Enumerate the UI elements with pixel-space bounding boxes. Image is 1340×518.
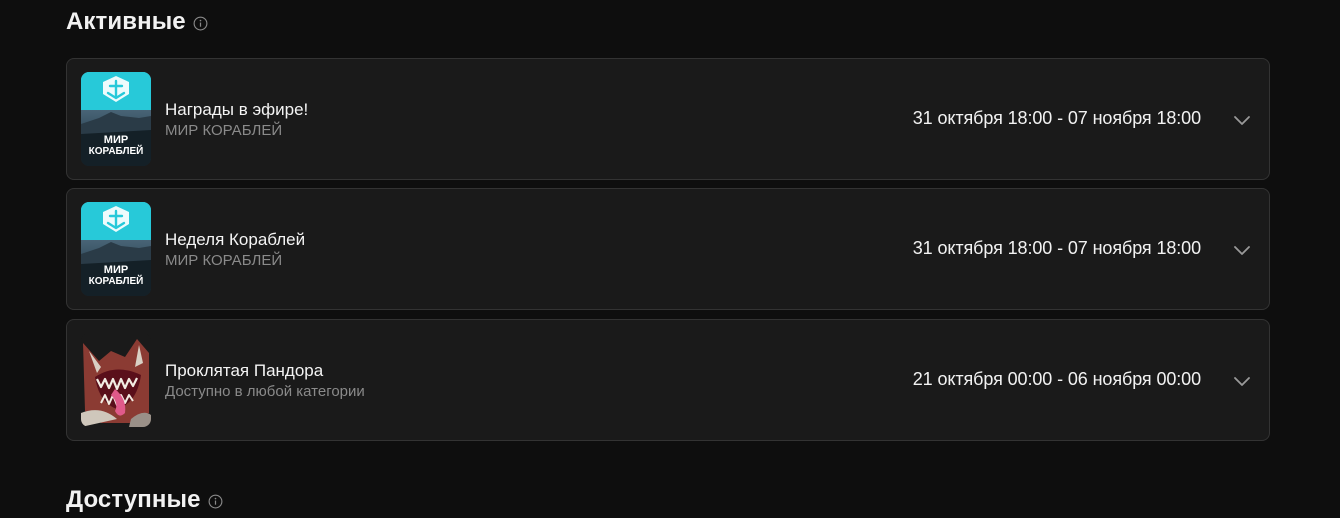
section-title-active: Активные bbox=[66, 8, 186, 35]
card-subtitle: МИР КОРАБЛЕЙ bbox=[165, 122, 283, 139]
card-date-range: 31 октября 18:00 - 07 ноября 18:00 bbox=[912, 108, 1201, 128]
card-text: Награды в эфире! МИР КОРАБЛЕЙ bbox=[165, 99, 308, 141]
promo-card-nagrady-v-efire[interactable]: МИР КОРАБЛЕЙ Награды в эфире! МИР КОРАБЛ… bbox=[66, 58, 1270, 180]
card-title: Проклятая Пандора bbox=[165, 361, 324, 380]
chevron-down-icon[interactable] bbox=[1232, 371, 1252, 391]
thumb-text-mir: МИР bbox=[104, 134, 128, 146]
promotions-page: Активные МИР КОРАБЛЕЙ Награды в эфире! М… bbox=[0, 0, 1340, 518]
card-subtitle: МИР КОРАБЛЕЙ bbox=[165, 252, 283, 269]
promo-card-proklyataya-pandora[interactable]: Проклятая Пандора Доступно в любой катег… bbox=[66, 319, 1270, 441]
promo-card-nedelya-korabley[interactable]: МИР КОРАБЛЕЙ Неделя Кораблей МИР КОРАБЛЕ… bbox=[66, 188, 1270, 310]
card-date-range: 31 октября 18:00 - 07 ноября 18:00 bbox=[912, 238, 1201, 258]
card-text: Неделя Кораблей МИР КОРАБЛЕЙ bbox=[165, 229, 305, 271]
section-title-available: Доступные bbox=[66, 486, 201, 513]
card-date-range: 21 октября 00:00 - 06 ноября 00:00 bbox=[912, 369, 1201, 389]
wows-thumbnail: МИР КОРАБЛЕЙ bbox=[81, 202, 151, 296]
chevron-down-icon[interactable] bbox=[1232, 240, 1252, 260]
thumb-text-mir: МИР bbox=[104, 264, 128, 276]
section-header-available: Доступные bbox=[66, 482, 223, 518]
info-icon[interactable] bbox=[208, 494, 223, 509]
chevron-down-icon[interactable] bbox=[1232, 110, 1252, 130]
pandora-monster-thumbnail bbox=[81, 333, 151, 427]
card-title: Награды в эфире! bbox=[165, 100, 309, 119]
info-icon[interactable] bbox=[193, 16, 208, 31]
wows-thumbnail: МИР КОРАБЛЕЙ bbox=[81, 72, 151, 166]
card-subtitle: Доступно в любой категории bbox=[165, 383, 365, 400]
thumb-text-korabley: КОРАБЛЕЙ bbox=[89, 144, 144, 157]
card-text: Проклятая Пандора Доступно в любой катег… bbox=[165, 360, 365, 402]
card-title: Неделя Кораблей bbox=[165, 230, 306, 249]
thumb-text-korabley: КОРАБЛЕЙ bbox=[89, 274, 144, 287]
section-header-active: Активные bbox=[66, 4, 208, 40]
